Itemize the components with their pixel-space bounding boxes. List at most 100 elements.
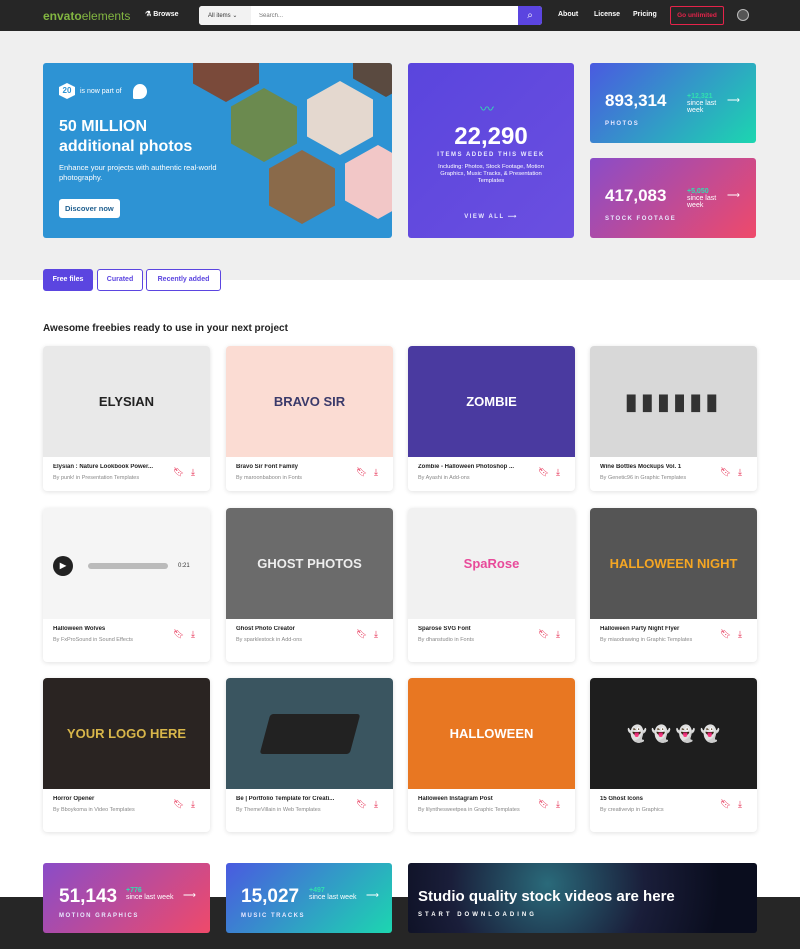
bookmark-icon[interactable]: 🔖︎: [538, 799, 549, 810]
item-card[interactable]: ▶ 0:21 Halloween Wolves By FxProSound in So…: [43, 508, 210, 662]
item-author[interactable]: By maroonbaboon in Fonts: [236, 474, 348, 482]
item-card[interactable]: HALLOWEEN Halloween Instagram Post By lily…: [408, 678, 575, 832]
nav-license[interactable]: License: [594, 11, 620, 18]
view-all-link[interactable]: VIEW ALL ⟶: [408, 213, 574, 220]
download-icon[interactable]: ⤓: [556, 467, 560, 478]
section-title: Awesome freebies ready to use in your ne…: [43, 323, 288, 334]
item-title[interactable]: Halloween Wolves: [53, 626, 163, 632]
download-icon[interactable]: ⤓: [374, 629, 378, 640]
item-thumbnail[interactable]: ZOMBIE: [408, 346, 575, 457]
item-card[interactable]: ZOMBIE Zombie - Halloween Photoshop ... By…: [408, 346, 575, 491]
bookmark-icon[interactable]: 🔖︎: [720, 629, 731, 640]
item-author[interactable]: By Genetic96 in Graphic Templates: [600, 474, 712, 482]
bookmark-icon[interactable]: 🔖︎: [356, 799, 367, 810]
item-title[interactable]: 15 Ghost Icons: [600, 796, 710, 802]
bookmark-icon[interactable]: 🔖︎: [356, 467, 367, 478]
bookmark-icon[interactable]: 🔖︎: [173, 467, 184, 478]
item-title[interactable]: Zombie - Halloween Photoshop ...: [418, 464, 528, 470]
item-thumbnail[interactable]: BRAVO SIR: [226, 346, 393, 457]
footage-stat-card[interactable]: 417,083 +5,050 since last week ⟶ STOCK FO…: [590, 158, 756, 238]
download-icon[interactable]: ⤓: [191, 799, 195, 810]
item-title[interactable]: Sparose SVG Font: [418, 626, 528, 632]
item-card[interactable]: GHOST PHOTOS Ghost Photo Creator By sparkl…: [226, 508, 393, 662]
go-unlimited-button[interactable]: Go unlimited: [670, 6, 724, 25]
item-title[interactable]: Ghost Photo Creator: [236, 626, 346, 632]
item-card[interactable]: HALLOWEEN NIGHT Halloween Party Night Fly…: [590, 508, 757, 662]
tab-free-files[interactable]: Free files: [43, 269, 93, 291]
stock-videos-promo[interactable]: Studio quality stock videos are here STA…: [408, 863, 757, 933]
download-icon[interactable]: ⤓: [191, 467, 195, 478]
item-author[interactable]: By sparklestock in Add-ons: [236, 636, 348, 644]
item-author[interactable]: By FxProSound in Sound Effects: [53, 636, 165, 644]
item-thumbnail[interactable]: ELYSIAN: [43, 346, 210, 457]
item-title[interactable]: Be | Portfolio Template for Creati...: [236, 796, 346, 802]
envato-elements-logo[interactable]: envatoelements: [43, 9, 130, 23]
item-thumbnail[interactable]: 👻 👻 👻 👻: [590, 678, 757, 789]
waveform: [88, 563, 168, 569]
item-thumbnail[interactable]: YOUR LOGO HERE: [43, 678, 210, 789]
browse-button[interactable]: ⚗ Browse: [145, 10, 179, 18]
item-thumbnail[interactable]: ▶ 0:21: [43, 508, 210, 619]
bookmark-icon[interactable]: 🔖︎: [720, 467, 731, 478]
part-of-text: is now part of: [80, 88, 122, 95]
item-card[interactable]: Be | Portfolio Template for Creati... By …: [226, 678, 393, 832]
item-title[interactable]: Bravo Sir Font Family: [236, 464, 346, 470]
item-author[interactable]: By creativevip in Graphics: [600, 806, 712, 814]
nav-about[interactable]: About: [558, 11, 578, 18]
bookmark-icon[interactable]: 🔖︎: [538, 467, 549, 478]
discover-now-button[interactable]: Discover now: [59, 199, 120, 218]
start-downloading-link[interactable]: START DOWNLOADING: [418, 912, 537, 918]
download-icon[interactable]: ⤓: [556, 629, 560, 640]
download-icon[interactable]: ⤓: [374, 799, 378, 810]
item-author[interactable]: By lilynthesweetpea in Graphic Templates: [418, 806, 530, 814]
search-category-select[interactable]: All items ⌄: [199, 6, 251, 25]
bookmark-icon[interactable]: 🔖︎: [173, 629, 184, 640]
item-thumbnail[interactable]: [226, 678, 393, 789]
item-card[interactable]: ▮▮▮▮▮▮ Wine Bottles Mockups Vol. 1 By Gene…: [590, 346, 757, 491]
item-thumbnail[interactable]: ▮▮▮▮▮▮: [590, 346, 757, 457]
tab-recently-added[interactable]: Recently added: [146, 269, 221, 291]
item-card[interactable]: 👻 👻 👻 👻 15 Ghost Icons By creativevip in G…: [590, 678, 757, 832]
bookmark-icon[interactable]: 🔖︎: [173, 799, 184, 810]
item-title[interactable]: Halloween Instagram Post: [418, 796, 528, 802]
item-author[interactable]: By punk! in Presentation Templates: [53, 474, 165, 482]
item-author[interactable]: By Bboykoma in Video Templates: [53, 806, 165, 814]
item-author[interactable]: By ThemeVillain in Web Templates: [236, 806, 348, 814]
download-icon[interactable]: ⤓: [738, 629, 742, 640]
download-icon[interactable]: ⤓: [374, 467, 378, 478]
play-button-icon[interactable]: ▶: [53, 556, 73, 576]
item-card[interactable]: YOUR LOGO HERE Horror Opener By Bboykoma i…: [43, 678, 210, 832]
download-icon[interactable]: ⤓: [191, 629, 195, 640]
weekly-items-card[interactable]: 〰 22,290 ITEMS ADDED THIS WEEK Including…: [408, 63, 574, 238]
music-tracks-card[interactable]: 15,027 +497 since last week ⟶ MUSIC TRACK…: [226, 863, 392, 933]
item-title[interactable]: Wine Bottles Mockups Vol. 1: [600, 464, 710, 470]
item-author[interactable]: By dhanstudio in Fonts: [418, 636, 530, 644]
item-title[interactable]: Elysian : Nature Lookbook Power...: [53, 464, 163, 470]
motion-graphics-card[interactable]: 51,143 +776 since last week ⟶ MOTION GRAP…: [43, 863, 210, 933]
item-thumbnail[interactable]: SpaRose: [408, 508, 575, 619]
bookmark-icon[interactable]: 🔖︎: [538, 629, 549, 640]
item-card[interactable]: SpaRose Sparose SVG Font By dhanstudio in …: [408, 508, 575, 662]
item-author[interactable]: By miaodrawing in Graphic Templates: [600, 636, 712, 644]
item-thumbnail[interactable]: HALLOWEEN NIGHT: [590, 508, 757, 619]
bookmark-icon[interactable]: 🔖︎: [356, 629, 367, 640]
photos-stat-card[interactable]: 893,314 +12,321 since last week ⟶ PHOTOS: [590, 63, 756, 143]
user-avatar-icon[interactable]: [737, 9, 749, 21]
item-card[interactable]: ELYSIAN Elysian : Nature Lookbook Power..…: [43, 346, 210, 491]
download-icon[interactable]: ⤓: [738, 799, 742, 810]
search-button[interactable]: ⌕: [518, 6, 542, 25]
item-author[interactable]: By Ayashi in Add-ons: [418, 474, 530, 482]
item-title[interactable]: Horror Opener: [53, 796, 163, 802]
tab-curated[interactable]: Curated: [97, 269, 143, 291]
search-input[interactable]: [251, 6, 518, 25]
download-icon[interactable]: ⤓: [738, 467, 742, 478]
bookmark-icon[interactable]: 🔖︎: [720, 799, 731, 810]
item-thumbnail[interactable]: HALLOWEEN: [408, 678, 575, 789]
item-title[interactable]: Halloween Party Night Flyer: [600, 626, 710, 632]
footage-delta-value: +5,050: [687, 188, 709, 195]
item-card[interactable]: BRAVO SIR Bravo Sir Font Family By maroonb…: [226, 346, 393, 491]
nav-pricing[interactable]: Pricing: [633, 11, 657, 18]
photos-promo-banner[interactable]: 20 is now part of 50 MILLION additional …: [43, 63, 392, 238]
download-icon[interactable]: ⤓: [556, 799, 560, 810]
item-thumbnail[interactable]: GHOST PHOTOS: [226, 508, 393, 619]
